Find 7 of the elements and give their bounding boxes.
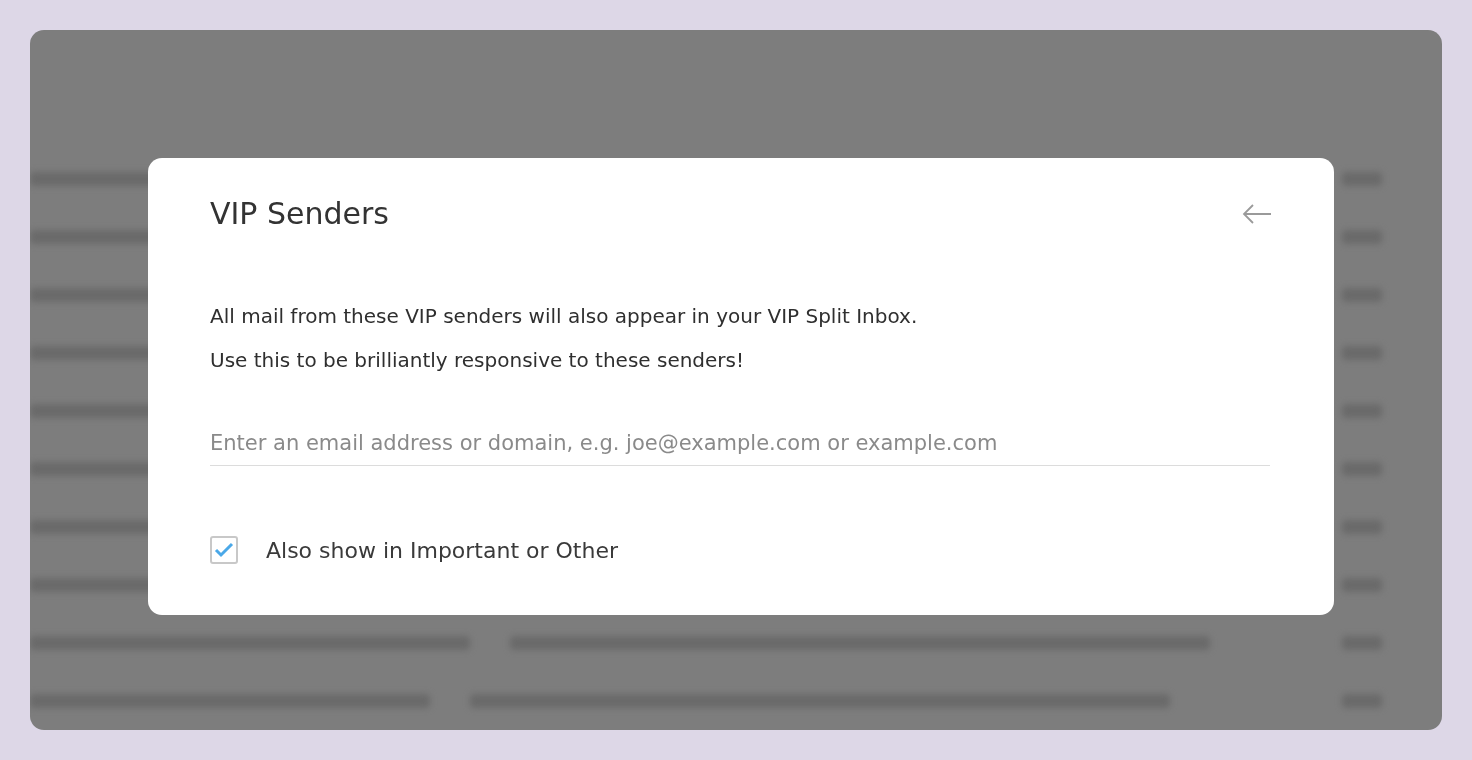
back-arrow-icon[interactable] xyxy=(1242,202,1272,225)
dialog-title: VIP Senders xyxy=(210,196,389,231)
description-text: Use this to be brilliantly responsive to these senders! xyxy=(210,347,746,374)
description-text: All mail from these VIP senders will also appear in your VIP Split Inbox. xyxy=(210,303,919,330)
checkmark-icon xyxy=(214,542,234,558)
checkbox-label: Also show in Important or Other xyxy=(266,537,618,563)
checkbox[interactable] xyxy=(210,536,238,564)
